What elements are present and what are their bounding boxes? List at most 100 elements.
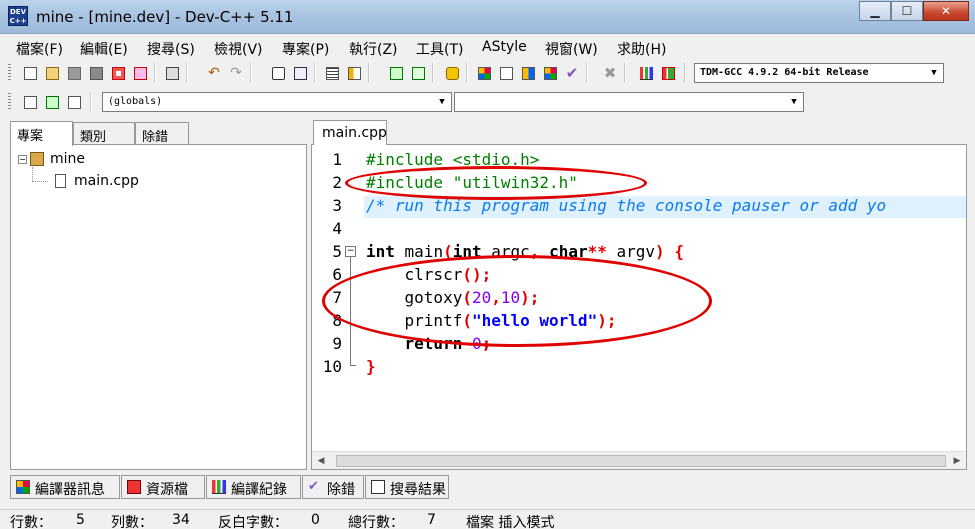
code-token: ( [462, 311, 472, 330]
print-button[interactable] [162, 63, 182, 83]
tab-project[interactable]: 專案 [10, 121, 73, 146]
run-button[interactable] [496, 63, 516, 83]
code-token: argc [481, 242, 530, 261]
tab-compile-log[interactable]: 編譯紀錄 [206, 475, 301, 499]
toolbar-grip[interactable] [8, 64, 11, 82]
compile-run-button[interactable] [518, 63, 538, 83]
tab-resources[interactable]: 資源檔 [121, 475, 205, 499]
code-token: ) [655, 242, 665, 261]
collapse-icon[interactable]: − [18, 154, 27, 164]
indent-button[interactable] [322, 63, 342, 83]
tab-debug-output[interactable]: ✔ 除錯 [302, 475, 364, 499]
compile-button[interactable] [474, 63, 494, 83]
save-button[interactable] [64, 63, 84, 83]
code-line-3: /* run this program using the console pa… [366, 196, 887, 215]
add-to-project-button[interactable] [386, 63, 406, 83]
menu-edit[interactable]: 編輯(E) [80, 39, 128, 59]
toolbar-separator [432, 63, 434, 83]
close-file-button[interactable] [108, 63, 128, 83]
editor-tab-main-cpp[interactable]: main.cpp [313, 120, 387, 145]
toolbar-separator [684, 63, 686, 83]
open-file-button[interactable] [42, 63, 62, 83]
line-number: 3 [332, 196, 342, 215]
profile-button[interactable] [636, 63, 656, 83]
line-number: 10 [322, 357, 342, 376]
add-class-button[interactable] [64, 92, 84, 112]
code-token: (); [462, 265, 492, 284]
menu-help[interactable]: 求助(H) [617, 39, 666, 59]
tab-debug[interactable]: 除錯 [135, 122, 189, 145]
tree-item-project[interactable]: − mine [18, 151, 85, 167]
toolbar-separator [466, 63, 468, 83]
menu-window[interactable]: 視窗(W) [545, 39, 598, 59]
menu-search[interactable]: 搜尋(S) [147, 39, 195, 59]
toolbar-separator [154, 63, 156, 83]
new-file-icon [24, 67, 37, 80]
goto-declaration-button[interactable] [20, 92, 40, 112]
fold-toggle-icon[interactable]: − [345, 246, 356, 257]
goto-definition-button[interactable] [42, 92, 62, 112]
redo-button[interactable]: ↷ [226, 63, 246, 83]
code-line-5: int main(int argc, char** argv) { [366, 242, 684, 261]
scroll-right-icon[interactable]: ▶ [950, 454, 964, 468]
menu-astyle[interactable]: AStyle [482, 39, 527, 55]
maximize-button[interactable]: ☐ [891, 1, 923, 21]
status-sel-value: 0 [311, 512, 320, 528]
code-editor[interactable]: 1 2 3 4 5 6 7 8 9 10 − #include <stdio.h… [311, 144, 967, 470]
chevron-down-icon: ▼ [791, 97, 797, 107]
project-options-button[interactable] [442, 63, 462, 83]
code-token: 10 [500, 288, 521, 307]
rebuild-icon [544, 67, 557, 80]
tab-classes[interactable]: 類別 [73, 122, 135, 145]
indent-icon [326, 67, 339, 80]
code-token: return [366, 334, 463, 353]
member-select[interactable]: ▼ [454, 92, 804, 112]
add-class-icon [68, 96, 81, 109]
scope-select[interactable]: (globals) ▼ [102, 92, 452, 112]
status-sel-label: 反白字數： [218, 515, 288, 529]
line-number: 2 [332, 173, 342, 192]
save-all-button[interactable] [86, 63, 106, 83]
profile-delete-button[interactable] [658, 63, 678, 83]
toolbar-grip[interactable] [8, 93, 11, 111]
remove-from-project-button[interactable] [408, 63, 428, 83]
bar-chart-icon [640, 67, 653, 80]
rebuild-button[interactable] [540, 63, 560, 83]
scroll-left-icon[interactable]: ◀ [314, 454, 328, 468]
main-toolbar: ↶ ↷ ✔ ✖ TDM-GCC 4.9.2 64-bit Release ▼ [6, 60, 970, 86]
syntax-check-button[interactable]: ✔ [562, 63, 582, 83]
new-file-button[interactable] [20, 63, 40, 83]
status-col-label: 列數： [111, 515, 153, 529]
stop-button[interactable]: ✖ [600, 63, 620, 83]
minimize-button[interactable]: ▁ [859, 1, 891, 21]
menu-execute[interactable]: 執行(Z) [349, 39, 398, 59]
undo-button[interactable]: ↶ [204, 63, 224, 83]
code-token: { [664, 242, 684, 261]
menu-view[interactable]: 檢視(V) [214, 39, 263, 59]
scope-select-value: (globals) [108, 96, 163, 107]
find-button[interactable] [268, 63, 288, 83]
compiler-select[interactable]: TDM-GCC 4.9.2 64-bit Release ▼ [694, 63, 944, 83]
open-folder-icon [46, 67, 59, 80]
goto-line-button[interactable] [344, 63, 364, 83]
left-panel-tabs: 專案 類別 除錯 [10, 121, 305, 146]
tab-compiler-messages[interactable]: 編譯器訊息 [10, 475, 120, 499]
menu-file[interactable]: 檔案(F) [16, 39, 63, 59]
tree-item-file[interactable]: main.cpp [55, 173, 139, 189]
project-options-icon [446, 67, 459, 80]
close-all-button[interactable] [130, 63, 150, 83]
menu-project[interactable]: 專案(P) [282, 39, 329, 59]
tab-search-results[interactable]: 搜尋結果 [365, 475, 449, 499]
status-line-label: 行數： [10, 515, 52, 529]
replace-icon [294, 67, 307, 80]
toolbar-separator [586, 63, 588, 83]
scroll-thumb[interactable] [336, 455, 946, 467]
horizontal-scrollbar[interactable]: ◀ ▶ [312, 451, 966, 469]
replace-button[interactable] [290, 63, 310, 83]
menu-tools[interactable]: 工具(T) [416, 39, 463, 59]
run-icon [500, 67, 513, 80]
close-button[interactable]: ✕ [923, 1, 969, 21]
stop-x-icon: ✖ [603, 64, 617, 82]
bottom-panel-tabs: 編譯器訊息 資源檔 編譯紀錄 ✔ 除錯 搜尋結果 [10, 475, 450, 499]
checkmark-icon: ✔ [565, 64, 579, 82]
